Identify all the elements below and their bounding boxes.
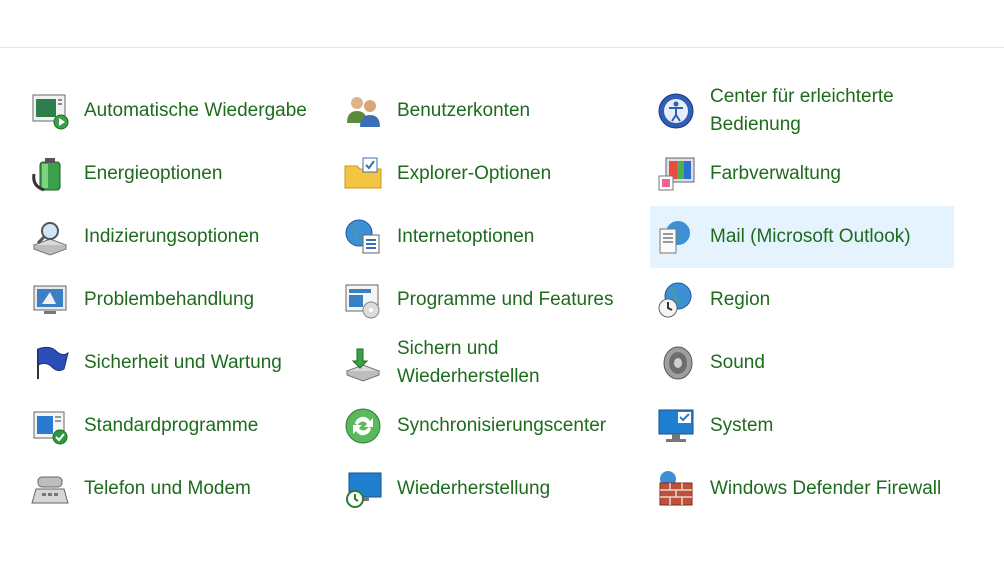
item-label: Windows Defender Firewall bbox=[710, 478, 942, 499]
item-region[interactable]: Region bbox=[650, 269, 954, 331]
item-problembehandlung[interactable]: Problembehandlung bbox=[24, 269, 328, 331]
color-management-icon bbox=[654, 152, 698, 196]
item-label: Problembehandlung bbox=[84, 289, 255, 310]
item-label: Mail (Microsoft Outlook) bbox=[710, 226, 911, 247]
mail-icon bbox=[654, 215, 698, 259]
item-label: Internetoptionen bbox=[397, 226, 535, 247]
item-system[interactable]: System bbox=[650, 395, 954, 457]
item-explorer-optionen[interactable]: Explorer-Optionen bbox=[337, 143, 641, 205]
phone-modem-icon bbox=[28, 467, 72, 511]
autoplay-icon bbox=[28, 89, 72, 133]
flag-icon bbox=[28, 341, 72, 385]
item-wiederherstellung[interactable]: Wiederherstellung bbox=[337, 458, 641, 520]
item-standardprogramme[interactable]: Standardprogramme bbox=[24, 395, 328, 457]
programs-features-icon bbox=[341, 278, 385, 322]
system-monitor-icon bbox=[654, 404, 698, 448]
speaker-icon bbox=[654, 341, 698, 385]
item-label: Region bbox=[710, 289, 771, 310]
item-programme-und-features[interactable]: Programme und Features bbox=[337, 269, 641, 331]
item-windows-defender-firewall[interactable]: Windows Defender Firewall bbox=[650, 458, 954, 520]
internet-options-icon bbox=[341, 215, 385, 259]
region-icon bbox=[654, 278, 698, 322]
item-internetoptionen[interactable]: Internetoptionen bbox=[337, 206, 641, 268]
user-accounts-icon bbox=[341, 89, 385, 133]
ease-of-access-icon bbox=[654, 89, 698, 133]
item-label: Telefon und Modem bbox=[84, 478, 251, 499]
item-automatische-wiedergabe[interactable]: Automatische Wiedergabe bbox=[24, 80, 328, 142]
item-sicherheit-und-wartung[interactable]: Sicherheit und Wartung bbox=[24, 332, 328, 394]
troubleshooting-icon bbox=[28, 278, 72, 322]
item-sound[interactable]: Sound bbox=[650, 332, 954, 394]
item-synchronisierungscenter[interactable]: Synchronisierungscenter bbox=[337, 395, 641, 457]
item-sichern-und-wiederherstellen[interactable]: Sichern und Wiederherstellen bbox=[337, 332, 641, 394]
item-label: Sicherheit und Wartung bbox=[84, 352, 282, 373]
item-label: Automatische Wiedergabe bbox=[84, 100, 307, 121]
item-label: System bbox=[710, 415, 774, 436]
item-label: Standardprogramme bbox=[84, 415, 259, 436]
item-telefon-und-modem[interactable]: Telefon und Modem bbox=[24, 458, 328, 520]
item-mail-microsoft-outlook[interactable]: Mail (Microsoft Outlook) bbox=[650, 206, 954, 268]
item-indizierungsoptionen[interactable]: Indizierungsoptionen bbox=[24, 206, 328, 268]
recovery-icon bbox=[341, 467, 385, 511]
item-label: Wiederherstellung bbox=[397, 478, 551, 499]
item-energieoptionen[interactable]: Energieoptionen bbox=[24, 143, 328, 205]
item-label: Programme und Features bbox=[397, 289, 614, 310]
default-programs-icon bbox=[28, 404, 72, 448]
item-label: Indizierungsoptionen bbox=[84, 226, 260, 247]
item-label: Explorer-Optionen bbox=[397, 163, 552, 184]
item-label: Farbverwaltung bbox=[710, 163, 841, 184]
indexing-icon bbox=[28, 215, 72, 259]
backup-restore-icon bbox=[341, 341, 385, 385]
header-divider bbox=[0, 47, 1004, 48]
item-label: Sichern und Wiederherstellen bbox=[397, 338, 540, 387]
item-benutzerkonten[interactable]: Benutzerkonten bbox=[337, 80, 641, 142]
item-center-fuer-erleichterte-bedienung[interactable]: Center für erleichterte Bedienung bbox=[650, 80, 954, 142]
item-farbverwaltung[interactable]: Farbverwaltung bbox=[650, 143, 954, 205]
item-label: Benutzerkonten bbox=[397, 100, 531, 121]
firewall-icon bbox=[654, 467, 698, 511]
sync-center-icon bbox=[341, 404, 385, 448]
folder-options-icon bbox=[341, 152, 385, 196]
item-label: Sound bbox=[710, 352, 765, 373]
item-label: Synchronisierungscenter bbox=[397, 415, 607, 436]
item-label: Energieoptionen bbox=[84, 163, 223, 184]
item-label: Center für erleichterte Bedienung bbox=[710, 86, 894, 135]
power-options-icon bbox=[28, 152, 72, 196]
